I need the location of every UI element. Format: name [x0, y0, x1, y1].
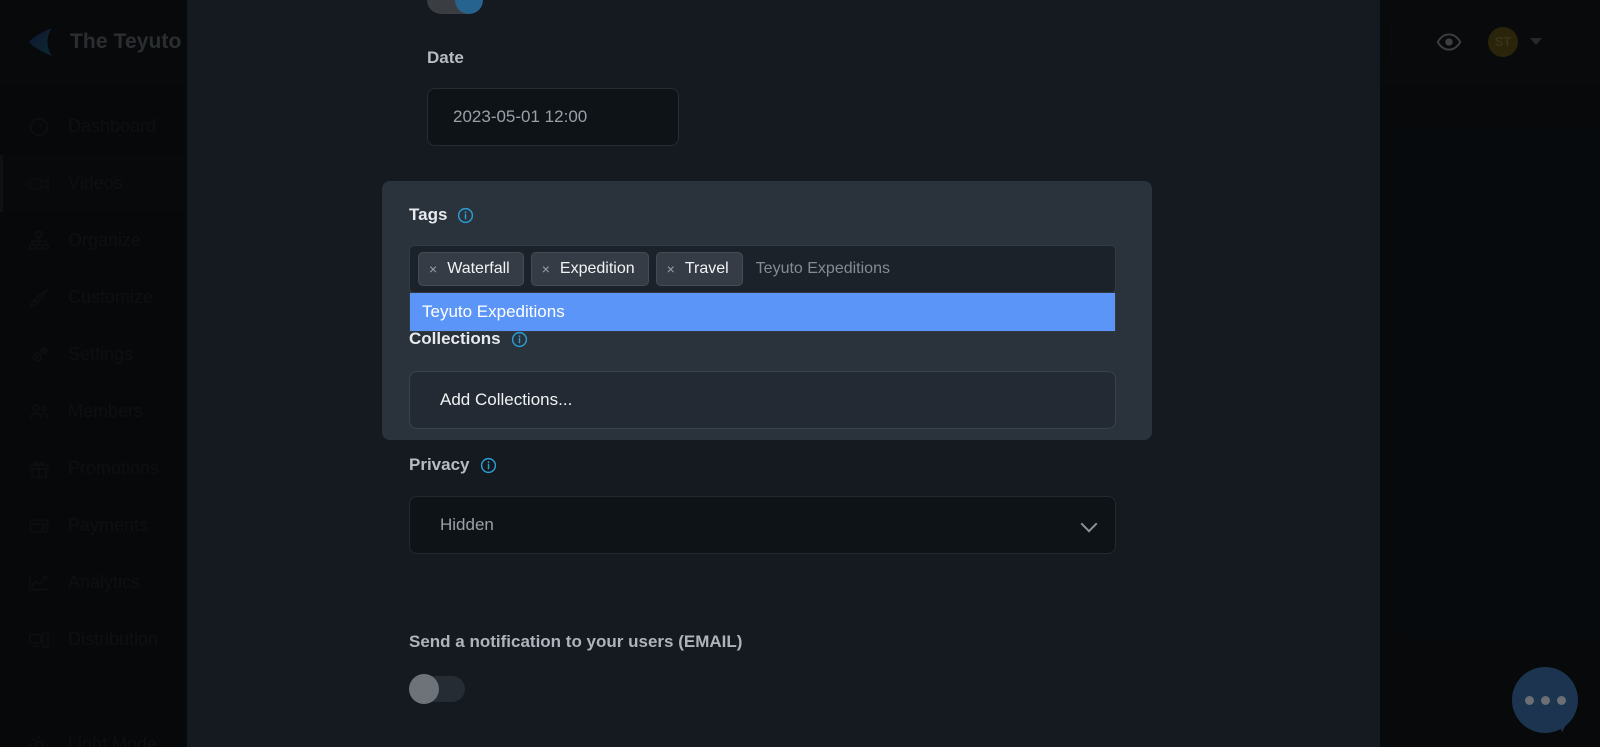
collections-placeholder: Add Collections... — [440, 390, 573, 409]
publish-toggle[interactable] — [427, 0, 483, 14]
date-field-group: Date 2023-05-01 12:00 — [427, 48, 679, 146]
tags-input-container[interactable]: × Waterfall × Expedition × Travel Teyuto… — [409, 245, 1116, 332]
video-settings-panel: Date 2023-05-01 12:00 Tags × Waterfall ×… — [187, 0, 1380, 747]
tag-chip-label: Waterfall — [447, 260, 510, 277]
chat-dots-icon — [1540, 695, 1550, 705]
toggle-knob — [409, 674, 439, 704]
date-label: Date — [427, 48, 679, 68]
chat-dots-icon — [1556, 695, 1566, 705]
collections-label: Collections — [409, 329, 1123, 349]
tags-suggestion-label: Teyuto Expeditions — [422, 302, 565, 321]
notification-toggle[interactable] — [409, 674, 465, 704]
privacy-label: Privacy — [409, 455, 1116, 475]
date-input[interactable]: 2023-05-01 12:00 — [427, 88, 679, 146]
tags-suggestion-dropdown[interactable]: Teyuto Expeditions — [409, 293, 1116, 332]
tag-chip: × Expedition — [530, 252, 649, 286]
notification-field-group: Send a notification to your users (EMAIL… — [409, 632, 743, 704]
tag-chip: × Travel — [655, 252, 743, 286]
chevron-down-icon[interactable] — [1080, 515, 1098, 533]
info-circle-icon[interactable] — [457, 207, 474, 224]
privacy-field-group: Privacy Hidden — [409, 455, 1116, 554]
tags-card: Tags × Waterfall × Expedition × Travel T… — [382, 181, 1152, 440]
privacy-selected-value: Hidden — [440, 515, 494, 534]
date-label-text: Date — [427, 48, 464, 67]
tags-suggestion-option[interactable]: Teyuto Expeditions — [410, 293, 1115, 331]
close-x-icon[interactable]: × — [429, 262, 437, 276]
privacy-select[interactable]: Hidden — [409, 496, 1116, 554]
close-x-icon[interactable]: × — [542, 262, 550, 276]
tag-chip-label: Travel — [684, 260, 729, 277]
app-root: The Teyuto Dashboard Videos — [0, 0, 1600, 747]
notification-label: Send a notification to your users (EMAIL… — [409, 632, 743, 651]
chat-dots-icon — [1524, 695, 1534, 705]
toggle-knob — [455, 0, 483, 14]
info-circle-icon[interactable] — [480, 457, 497, 474]
tags-label: Tags — [409, 205, 1123, 225]
chat-widget-button[interactable] — [1512, 667, 1578, 733]
privacy-label-text: Privacy — [409, 455, 470, 474]
date-value: 2023-05-01 12:00 — [453, 107, 588, 126]
tag-chip: × Waterfall — [418, 252, 524, 286]
tags-text-input[interactable] — [749, 260, 1107, 278]
close-x-icon[interactable]: × — [667, 262, 675, 276]
tag-chip-label: Expedition — [559, 260, 635, 277]
tags-label-text: Tags — [409, 205, 448, 224]
collections-input[interactable]: Add Collections... — [409, 371, 1116, 429]
info-circle-icon[interactable] — [511, 331, 528, 348]
collections-label-text: Collections — [409, 329, 501, 348]
